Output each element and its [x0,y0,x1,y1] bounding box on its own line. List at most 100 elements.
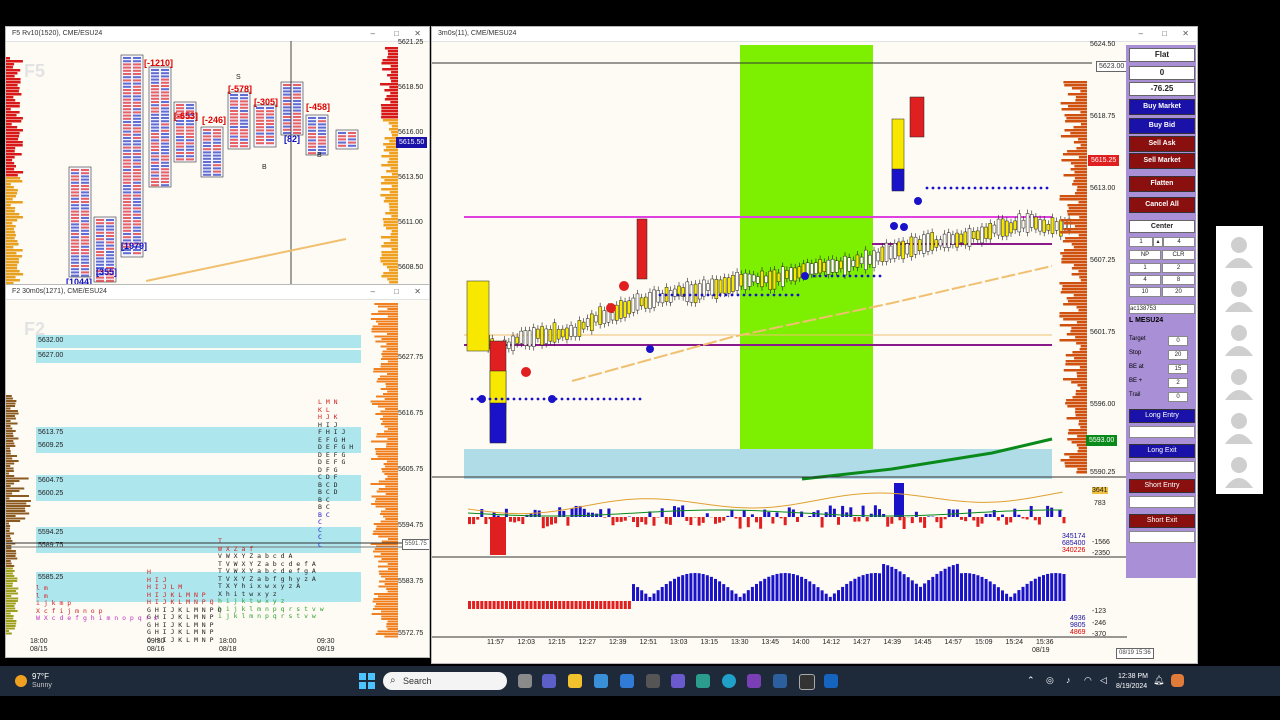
footprint-cell [81,233,89,235]
start-icon[interactable] [359,673,375,689]
candle-body [693,283,698,304]
footprint-cell [318,145,326,148]
sell-market-button[interactable]: Sell Market [1129,153,1195,169]
qty-preset[interactable]: 8 [1162,275,1195,285]
buy-market-button[interactable]: Buy Market [1129,99,1195,115]
avatar[interactable] [1223,322,1255,356]
wifi-icon[interactable]: ◠ [1084,675,1092,686]
clock-time[interactable]: 12:38 PM [1118,673,1148,680]
volume-bar [378,585,398,588]
avatar[interactable] [1223,410,1255,444]
qty-preset-clr[interactable]: CLR [1162,250,1195,260]
be-at-field[interactable]: 15 [1168,364,1188,374]
network-icon[interactable]: ◎ [1046,675,1054,686]
indicator-bar [935,573,939,601]
maximize-icon[interactable]: □ [1162,27,1167,41]
cancel-all-button[interactable]: Cancel All [1129,197,1195,213]
clock-date[interactable]: 8/19/2024 [1116,683,1147,690]
indicator-bar [927,516,931,517]
qty-stepper[interactable]: ▴ [1153,237,1163,247]
qty-preset[interactable]: 20 [1162,287,1195,297]
indicator-bar [722,517,726,521]
stop-field[interactable]: 20 [1168,350,1188,360]
qty-preset-np[interactable]: NP [1129,250,1161,260]
footprint-cell [230,110,238,112]
footprint-cell [133,226,141,229]
long-exit-button[interactable]: Long Exit [1129,444,1195,458]
volume-bar [6,177,21,180]
app-icon[interactable] [824,674,838,688]
footprint-cell [256,113,264,116]
footprint-cell [240,103,248,106]
position-display: Flat [1129,48,1195,62]
volume-bar [389,206,398,209]
volume-bar [374,500,398,503]
footprint-cell [176,158,184,161]
minimize-icon[interactable]: – [1139,27,1143,41]
avatar[interactable] [1223,234,1255,268]
close-icon[interactable]: ✕ [1182,27,1189,41]
speaker-icon[interactable]: ◁ [1100,675,1107,686]
app-icon[interactable] [696,674,710,688]
volume-icon[interactable]: ♪ [1066,675,1071,685]
be-plus-field[interactable]: 2 [1168,378,1188,388]
long-exit-select[interactable] [1129,461,1195,473]
sell-ask-button[interactable]: Sell Ask [1129,136,1195,152]
teams-icon[interactable] [542,674,556,688]
short-entry-button[interactable]: Short Entry [1129,479,1195,493]
visual-studio-icon[interactable] [747,674,761,688]
flatten-button[interactable]: Flatten [1129,176,1195,192]
qty-preset[interactable]: 2 [1162,263,1195,273]
file-explorer-icon[interactable] [568,674,582,688]
long-entry-select[interactable] [1129,426,1195,438]
short-exit-button[interactable]: Short Exit [1129,514,1195,528]
volume-bar [6,273,24,276]
footprint-cell [123,162,131,165]
short-entry-select[interactable] [1129,496,1195,508]
volume-bar [1071,273,1087,276]
time-tick: 18:00 [219,638,237,645]
weather-icon[interactable] [14,674,28,688]
weather-temp[interactable]: 97°F [32,672,49,681]
store-icon[interactable] [594,674,608,688]
target-field[interactable]: 0 [1168,336,1188,346]
volume-bar [382,415,398,418]
candle-body [1050,217,1055,234]
center-button[interactable]: Center [1129,220,1195,233]
app-icon[interactable] [799,674,815,690]
mail-icon[interactable] [620,674,634,688]
delta-label: [-578] [228,84,253,94]
avatar[interactable] [1223,278,1255,312]
qty-preset[interactable]: 4 [1129,275,1161,285]
notification-icon[interactable]: 🔔︎ [1153,675,1164,686]
edge-icon[interactable] [722,674,736,688]
candle-body [768,270,773,290]
tray-chevron-icon[interactable]: ⌃ [1027,675,1035,686]
footprint-cell [318,129,326,132]
qty-preset[interactable]: 10 [1129,287,1161,297]
search-box[interactable]: ⌕ Search [383,672,507,690]
app-icon[interactable] [646,674,660,688]
indicator-bar [845,583,849,601]
volume-bar [6,485,11,487]
level-dot [943,186,947,190]
copilot-icon[interactable] [1171,674,1184,687]
candle-body [523,330,528,346]
indicator-bar [705,513,709,517]
price-tag-top: 5623.00 [1096,61,1128,72]
volume-bar [6,201,23,204]
footprint-cell [123,79,131,82]
account-select[interactable]: ac138753 [1129,304,1195,314]
buy-bid-button[interactable]: Buy Bid [1129,118,1195,134]
avatar[interactable] [1223,454,1255,488]
task-view-icon[interactable] [518,674,532,688]
footprint-cell [96,222,104,225]
qty-preset[interactable]: 1 [1129,263,1161,273]
qty-input[interactable]: 1 [1129,237,1153,247]
long-entry-button[interactable]: Long Entry [1129,409,1195,423]
trail-field[interactable]: 0 [1168,392,1188,402]
app-icon[interactable] [773,674,787,688]
avatar[interactable] [1223,366,1255,400]
app-icon[interactable] [671,674,685,688]
short-exit-select[interactable] [1129,531,1195,543]
